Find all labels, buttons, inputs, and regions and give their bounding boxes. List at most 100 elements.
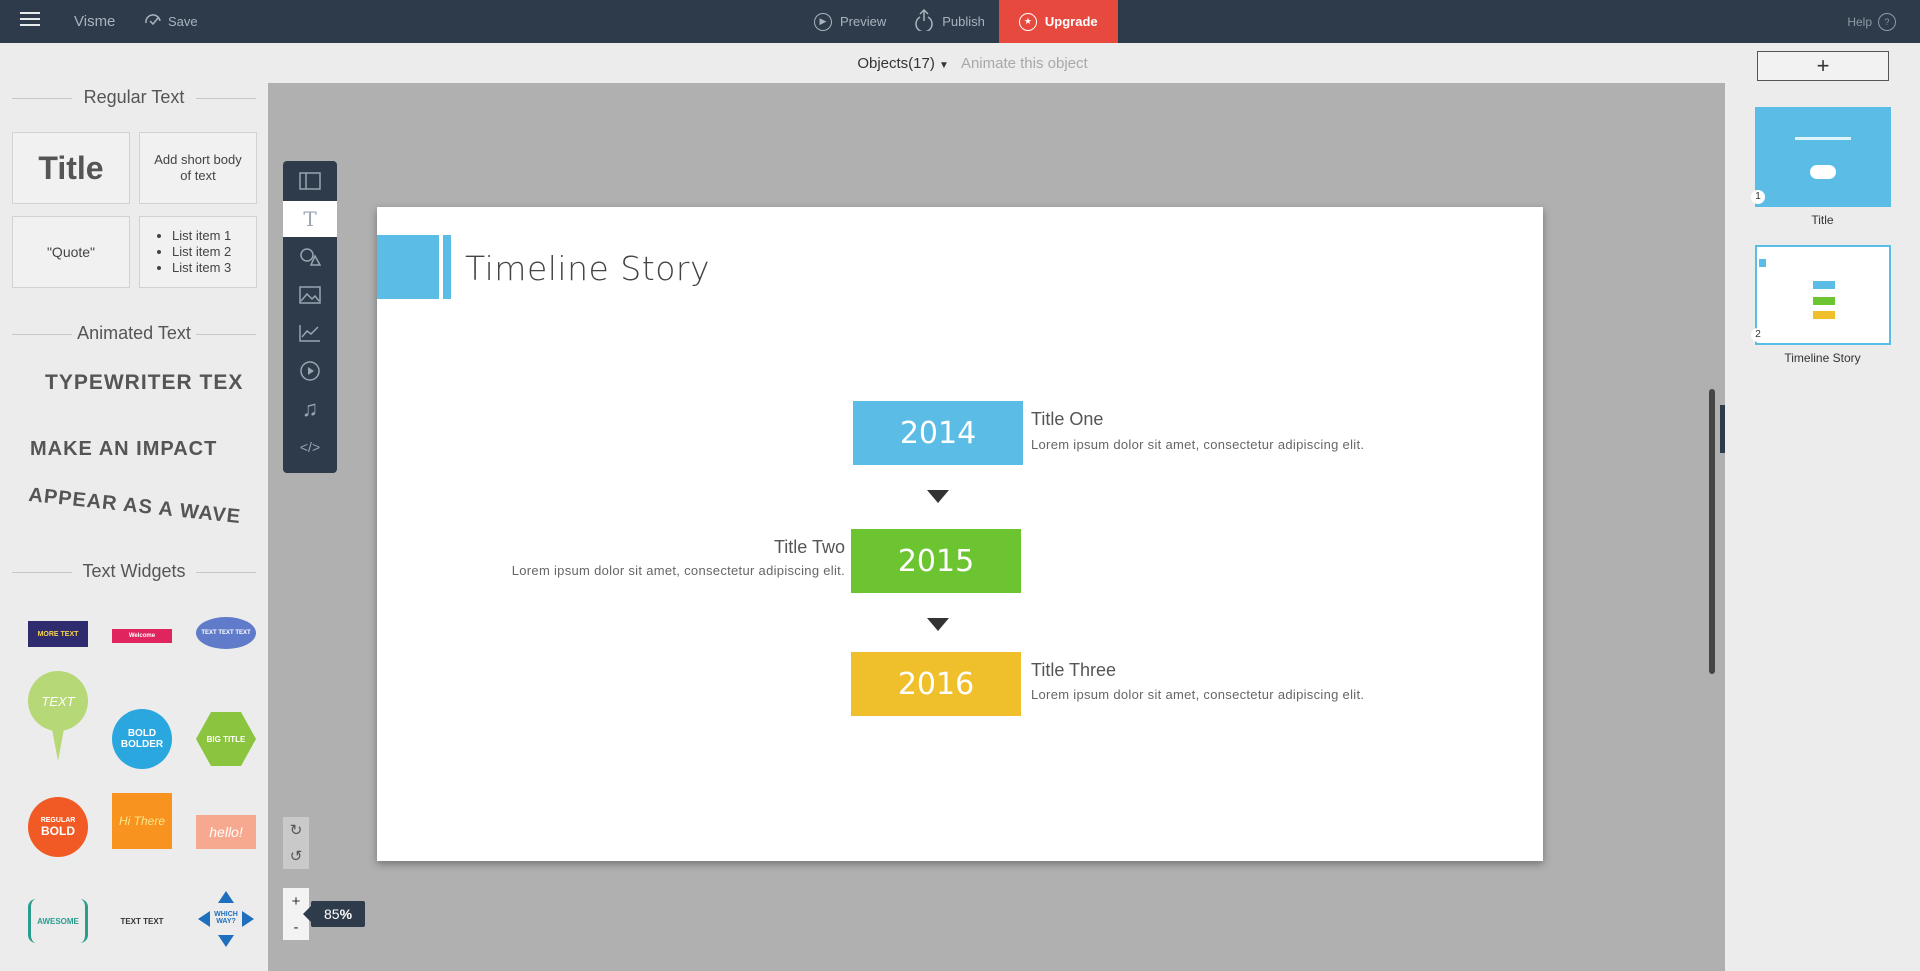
slide-title[interactable]: Timeline Story (465, 249, 710, 288)
help-label: Help (1847, 15, 1872, 29)
widget-which-way-label: WHICH WAY? (214, 911, 238, 925)
slide-number: 1 (1751, 190, 1765, 204)
save-label: Save (168, 14, 198, 29)
widget-text-text[interactable]: TEXT TEXT (112, 911, 172, 931)
play-icon: ▶ (814, 12, 832, 31)
zoom-unit: % (339, 906, 353, 922)
publish-label: Publish (942, 14, 985, 29)
chevron-down-icon: ▼ (939, 59, 949, 71)
quote-tile[interactable]: "Quote" (12, 216, 130, 288)
image-icon[interactable] (283, 277, 337, 313)
embed-icon[interactable]: </> (283, 429, 337, 465)
list-item: List item 2 (172, 244, 231, 260)
timeline-item-body[interactable]: Lorem ipsum dolor sit amet, consectetur … (1031, 687, 1364, 702)
widget-ribbon[interactable]: Welcome (112, 629, 172, 643)
slide-number: 2 (1751, 328, 1765, 342)
thumb-accent (1759, 259, 1766, 267)
widget-speech-pin[interactable]: TEXT (28, 671, 88, 731)
timeline-item-title[interactable]: Title Two (765, 537, 845, 558)
list-preview: List item 1 List item 2 List item 3 (154, 228, 231, 276)
cloud-icon (1810, 165, 1836, 179)
hamburger-menu-icon[interactable] (20, 12, 40, 30)
save-button[interactable]: Save (144, 13, 198, 30)
objects-dropdown[interactable]: Objects(17) ▼ (857, 55, 949, 72)
thumb-title-line (1795, 137, 1851, 140)
layout-icon[interactable] (283, 163, 337, 199)
widget-hi-there[interactable]: Hi There (112, 793, 172, 849)
animated-text-heading: Animated Text (12, 323, 256, 344)
thumb-year-box (1813, 281, 1835, 289)
title-accent-bar[interactable] (443, 235, 451, 299)
widget-awesome[interactable]: AWESOME (28, 899, 88, 943)
redo-icon[interactable]: ↻ (283, 817, 309, 843)
widget-hexagon[interactable]: BIG TITLE (196, 712, 256, 766)
tool-strip: T ♫ </> (283, 161, 337, 473)
timeline-year-box[interactable]: 2014 (853, 401, 1023, 465)
widget-bold-bolder[interactable]: BOLD BOLDER (112, 709, 172, 769)
widget-hello[interactable]: hello! (196, 815, 256, 849)
help-icon: ? (1878, 13, 1896, 31)
wave-text-option[interactable]: APPEAR AS A WAVE (27, 484, 242, 529)
text-widgets-heading: Text Widgets (12, 561, 256, 582)
slide-thumbnail[interactable] (1755, 107, 1891, 207)
thumb-year-box (1813, 311, 1835, 319)
chart-icon[interactable] (283, 315, 337, 351)
help-button[interactable]: Help ? (1847, 13, 1896, 31)
slide-canvas[interactable]: Timeline Story 2014 Title One Lorem ipsu… (377, 207, 1543, 861)
shapes-icon[interactable] (283, 239, 337, 275)
text-icon[interactable]: T (283, 201, 337, 237)
timeline-item-body[interactable]: Lorem ipsum dolor sit amet, consectetur … (485, 563, 845, 578)
preview-label: Preview (840, 14, 887, 29)
slide-thumbnail-selected[interactable] (1755, 245, 1891, 345)
widget-line: BOLDER (120, 739, 164, 750)
canvas-scrollbar[interactable] (1709, 389, 1715, 674)
left-panel: Regular Text Title Add short body of tex… (0, 43, 268, 971)
list-tile[interactable]: List item 1 List item 2 List item 3 (139, 216, 257, 288)
undo-icon[interactable]: ↺ (283, 843, 309, 869)
object-bar: Objects(17) ▼ Animate this object (220, 43, 1725, 83)
list-item: List item 3 (172, 260, 231, 276)
timeline-year-box[interactable]: 2015 (851, 529, 1021, 593)
typewriter-text-option[interactable]: TYPEWRITER TEX (45, 371, 243, 395)
impact-text-option[interactable]: MAKE AN IMPACT (30, 438, 217, 461)
top-bar: Visme Save ▶ Preview Publish ★ Upgrade H… (0, 0, 1920, 43)
app-brand[interactable]: Visme (74, 13, 115, 30)
widget-more-text[interactable]: MORE TEXT (28, 621, 88, 647)
animate-object-link[interactable]: Animate this object (961, 55, 1088, 72)
publish-icon (914, 8, 934, 34)
thumb-year-box (1813, 297, 1835, 305)
widget-line: REGULAR (40, 816, 76, 824)
upgrade-button[interactable]: ★ Upgrade (998, 0, 1118, 43)
timeline-year-box[interactable]: 2016 (851, 652, 1021, 716)
widget-pin-tail (52, 729, 64, 761)
slides-panel: + 1 Title 2 Timeline Story (1725, 43, 1920, 971)
upgrade-label: Upgrade (1044, 14, 1098, 29)
timeline-arrow[interactable] (927, 618, 949, 631)
timeline-item-title[interactable]: Title One (1031, 409, 1103, 430)
preview-button[interactable]: ▶ Preview (800, 0, 900, 43)
timeline-arrow[interactable] (927, 490, 949, 503)
title-tile[interactable]: Title (12, 132, 130, 204)
zoom-value: 85 (323, 906, 340, 922)
video-icon[interactable] (283, 353, 337, 389)
widget-line: BOLD (127, 728, 157, 739)
widget-which-way[interactable]: WHICH WAY? (196, 889, 256, 949)
widget-oval[interactable]: TEXT TEXT TEXT (196, 617, 256, 649)
list-item: List item 1 (172, 228, 231, 244)
objects-label: Objects(17) (857, 54, 935, 72)
slide-label: Timeline Story (1784, 351, 1861, 365)
body-text-tile[interactable]: Add short body of text (139, 132, 257, 204)
add-slide-button[interactable]: + (1757, 51, 1889, 81)
history-controls: ↻ ↺ (283, 817, 309, 869)
star-icon: ★ (1018, 12, 1037, 31)
widget-line: BOLD (41, 823, 75, 838)
audio-icon[interactable]: ♫ (283, 391, 337, 427)
regular-text-heading: Regular Text (12, 87, 256, 108)
title-accent-block[interactable] (377, 235, 439, 299)
zoom-level: 85% (303, 901, 365, 927)
publish-button[interactable]: Publish (900, 0, 999, 43)
timeline-item-body[interactable]: Lorem ipsum dolor sit amet, consectetur … (1031, 437, 1364, 452)
slide-label: Title (1811, 213, 1834, 227)
widget-regular-bold[interactable]: REGULAR BOLD (28, 797, 88, 857)
timeline-item-title[interactable]: Title Three (1031, 660, 1116, 681)
